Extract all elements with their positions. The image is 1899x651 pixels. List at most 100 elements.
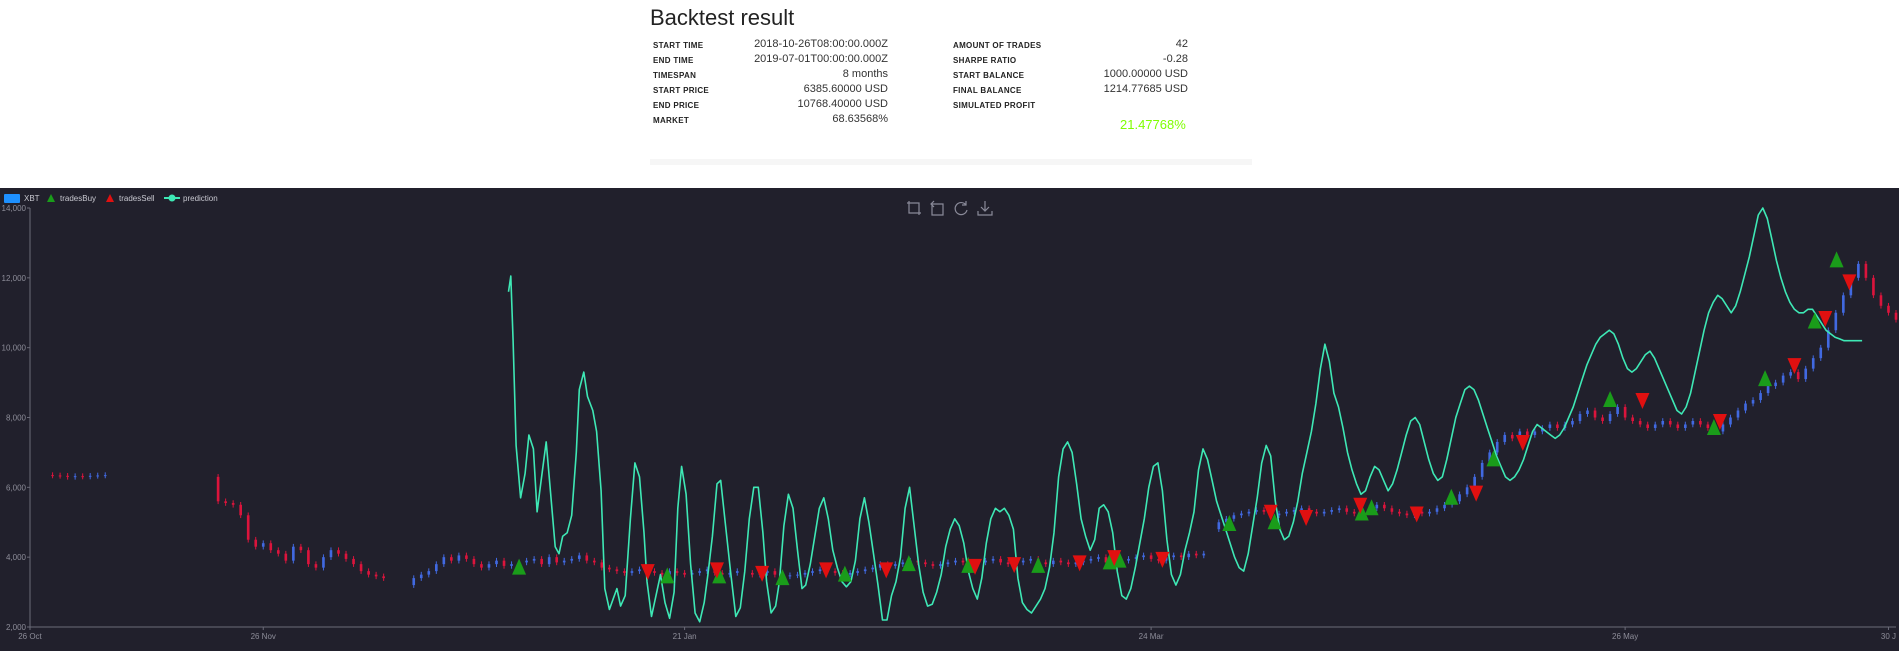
candle (562, 560, 566, 563)
y-tick-label: 10,000 (2, 344, 27, 353)
candle (1322, 511, 1326, 514)
candle (261, 543, 265, 547)
buy-marker (1444, 488, 1459, 505)
zoom-reset-icon[interactable] (929, 200, 945, 216)
candle (1059, 560, 1063, 563)
candle (450, 557, 453, 561)
prediction-line (507, 207, 1863, 623)
candle (1736, 410, 1740, 418)
candle (1217, 522, 1221, 530)
candle (1623, 407, 1627, 418)
legend-item[interactable]: XBT (4, 194, 40, 203)
restore-icon[interactable] (953, 200, 969, 216)
sell-marker (1353, 497, 1368, 514)
candle (600, 562, 604, 568)
candle (1044, 562, 1048, 565)
legend-item[interactable]: prediction (164, 194, 218, 203)
candle (419, 574, 423, 579)
price-chart[interactable]: 2,000 4,000 6,000 8,000 10,000 12,000 14,000 26… (0, 188, 1899, 651)
y-tick-label: 6,000 (6, 483, 27, 492)
candle (1608, 414, 1612, 421)
save-image-icon[interactable] (977, 200, 993, 216)
legend-item[interactable]: tradesSell (106, 194, 155, 203)
buy-marker (1829, 251, 1844, 268)
legend-item[interactable]: tradesBuy (47, 194, 96, 203)
candle (66, 475, 69, 477)
candle (1796, 372, 1800, 380)
trade-markers (512, 251, 1857, 586)
candle (1428, 511, 1431, 514)
candle (1142, 555, 1145, 558)
candle (1819, 347, 1823, 359)
x-tick-label: 24 Mar (1139, 632, 1164, 641)
candle (427, 571, 431, 575)
candle (1495, 441, 1499, 453)
candle (352, 558, 355, 565)
sell-marker (1469, 485, 1484, 502)
candle (863, 569, 867, 572)
candle (1638, 420, 1642, 425)
legend-label: prediction (183, 194, 218, 203)
stat-value: 1000.00000 USD (1103, 68, 1188, 80)
candle (818, 569, 822, 572)
candle (1097, 557, 1100, 559)
stat-start-price: START PRICE 6385.60000 USD (653, 83, 888, 98)
stat-amount-of-trades: AMOUNT OF TRADES 42 (953, 38, 1188, 53)
candle (1548, 424, 1552, 428)
candle (231, 503, 235, 505)
prediction-series (507, 207, 1863, 623)
y-tick-label: 2,000 (6, 623, 27, 632)
candle (773, 571, 777, 575)
candle (1834, 312, 1838, 331)
stat-value: 2019-07-01T00:00:00.000Z (754, 53, 888, 65)
candle (322, 557, 325, 568)
candle (1300, 508, 1303, 511)
candle (999, 558, 1002, 563)
candle (487, 564, 491, 568)
candle (675, 571, 679, 573)
candle (480, 564, 483, 568)
chart-axes: 2,000 4,000 6,000 8,000 10,000 12,000 14,000 26… (2, 204, 1897, 641)
simulated-profit-value: 21.47768% (1120, 117, 1186, 132)
legend-dot (168, 194, 176, 202)
stat-end-price: END PRICE 10768.40000 USD (653, 98, 888, 113)
candle (1443, 504, 1446, 509)
candle (1571, 420, 1574, 425)
stat-value: 6385.60000 USD (803, 83, 888, 95)
candle (1872, 277, 1875, 296)
candle (946, 562, 950, 565)
candle (58, 475, 62, 477)
candle (630, 571, 634, 573)
sell-marker (1635, 393, 1650, 410)
candle (284, 553, 288, 561)
sell-marker (1007, 557, 1022, 574)
zoom-icon[interactable] (906, 200, 922, 216)
candle (442, 557, 446, 565)
candle (1405, 513, 1409, 516)
candle (224, 501, 227, 504)
candle (901, 562, 905, 565)
triangle-up-icon (47, 194, 55, 202)
chart-legend: XBT tradesBuy tradesSell prediction (4, 194, 218, 203)
candle (96, 475, 100, 477)
candle (292, 546, 295, 561)
candle (216, 476, 220, 502)
y-tick-label: 8,000 (6, 414, 27, 423)
candle (1721, 424, 1725, 432)
candle (239, 504, 242, 516)
candle (73, 476, 77, 478)
candle (1398, 511, 1401, 514)
candle (1759, 393, 1762, 401)
candle (653, 571, 656, 573)
candle (525, 560, 528, 563)
sell-marker (1299, 510, 1314, 527)
candle (1375, 504, 1379, 509)
x-tick-label: 30 J (1881, 632, 1896, 641)
candle (577, 555, 581, 559)
candle (472, 558, 476, 565)
stat-value: 42 (1175, 38, 1188, 50)
stat-end-time: END TIME 2019-07-01T00:00:00.000Z (653, 53, 888, 68)
stat-label: END TIME (653, 56, 694, 65)
candle (1330, 510, 1334, 512)
candle (1480, 462, 1484, 477)
